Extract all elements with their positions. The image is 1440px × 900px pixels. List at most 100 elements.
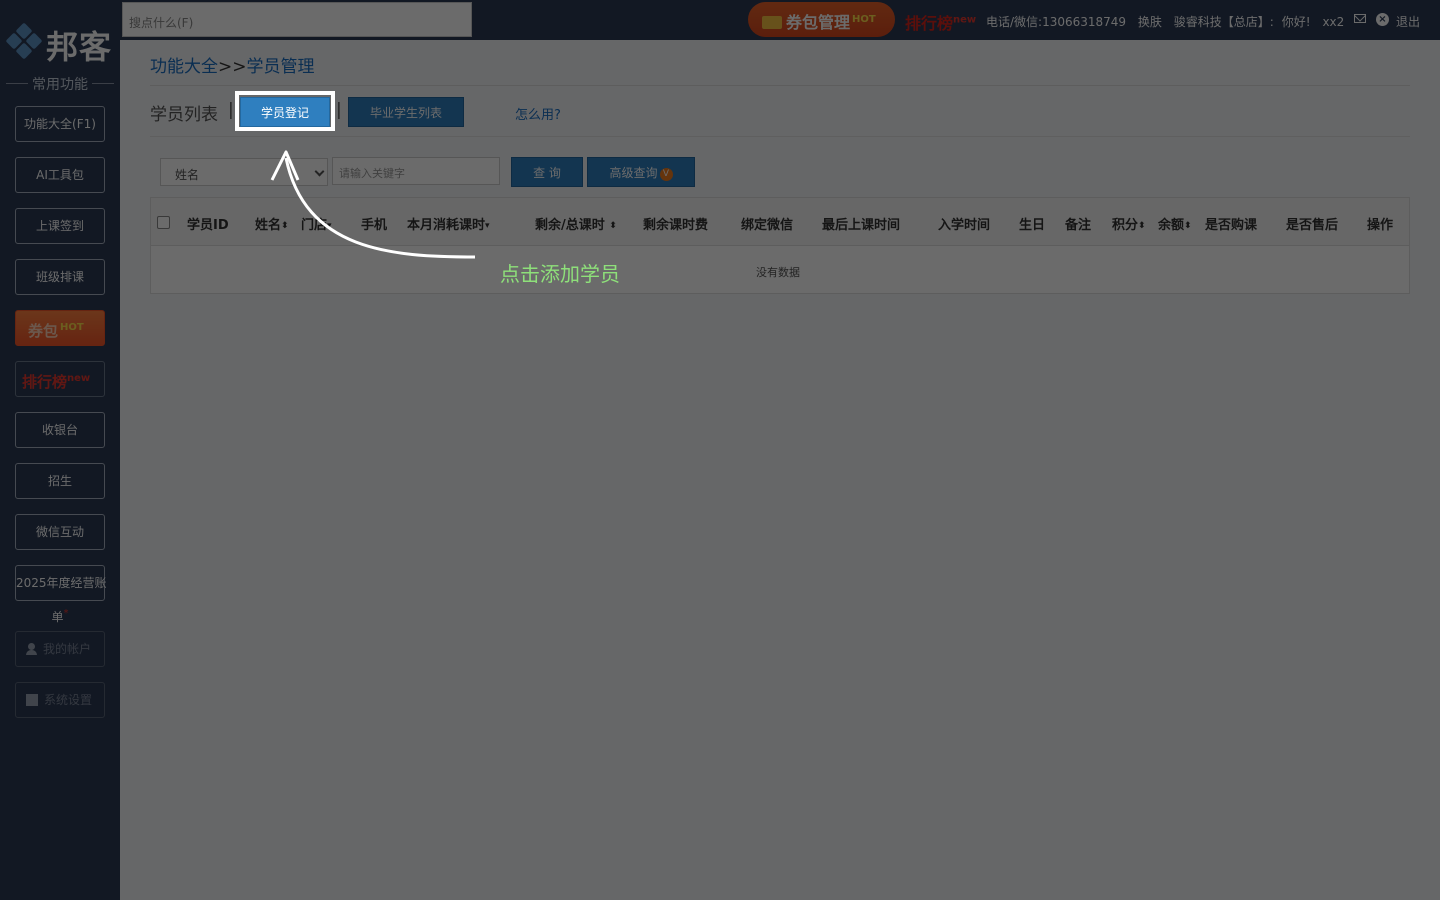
column-points[interactable]: 积分⬍ — [1112, 214, 1146, 233]
annual-ledger-label-tail: 单 — [51, 610, 64, 624]
sidebar-item-checkin[interactable]: 上课签到 — [15, 208, 105, 244]
sidebar: 邦客 常用功能 功能大全(F1) AI工具包 上课签到 班级排课 券包 HOT 排… — [0, 0, 120, 900]
new-badge: new — [953, 14, 977, 26]
sidebar-item-annual-ledger[interactable]: 2025年度经营账 — [15, 565, 107, 601]
ranking-link[interactable]: 排行榜new — [905, 10, 976, 34]
column-purchased[interactable]: 是否购课 — [1205, 214, 1257, 233]
advanced-query-button[interactable]: 高级查询 V — [587, 157, 695, 187]
tab-separator: | — [336, 100, 342, 120]
hot-badge: HOT — [60, 322, 84, 333]
sidebar-ranking-label: 排行榜 — [22, 373, 68, 391]
column-remaining-hours-label: 剩余/总课时 — [535, 218, 605, 233]
divider — [150, 85, 1410, 86]
chevron-down-icon — [314, 166, 325, 177]
sort-icon[interactable]: ⬍ — [281, 221, 289, 231]
username: xx2 — [1322, 15, 1345, 29]
org-name: 骏睿科技【总店】: — [1173, 15, 1274, 29]
sidebar-item-account[interactable]: 我的帐户 — [15, 631, 105, 667]
column-remaining-total-hours[interactable]: 剩余/总课时 ⬍ — [535, 214, 617, 233]
logout-link[interactable]: 退出 — [1396, 13, 1420, 30]
sidebar-caption: 常用功能 — [0, 74, 120, 94]
sidebar-item-coupons[interactable]: 券包 HOT — [15, 310, 105, 346]
breadcrumb: 功能大全>>学员管理 — [150, 52, 315, 77]
sort-icon[interactable]: ⬍ — [1138, 221, 1146, 231]
search-input[interactable]: 搜点什么(F) — [122, 2, 472, 37]
column-after-sales[interactable]: 是否售后 — [1286, 214, 1338, 233]
breadcrumb-root[interactable]: 功能大全 — [150, 57, 218, 77]
search-field-value: 姓名 — [175, 168, 200, 182]
select-all-checkbox[interactable] — [157, 216, 170, 229]
logo-icon — [5, 22, 43, 60]
breadcrumb-separator: >> — [218, 57, 247, 77]
annual-ledger-continued: 单* — [0, 608, 120, 625]
sidebar-account-label: 我的帐户 — [43, 642, 92, 656]
sidebar-item-enrollment[interactable]: 招生 — [15, 463, 105, 499]
help-link[interactable]: 怎么用? — [515, 104, 561, 123]
user-icon — [26, 643, 37, 655]
column-balance-label: 余额 — [1158, 218, 1185, 233]
guide-arrow-icon — [270, 150, 476, 259]
column-birthday[interactable]: 生日 — [1019, 214, 1045, 233]
mail-icon[interactable] — [1354, 14, 1366, 23]
student-table: 学员ID 姓名⬍ 门店▾ 手机 本月消耗课时▾ 剩余/总课时 ⬍ 剩余课时费 绑… — [150, 197, 1410, 294]
sidebar-coupons-label: 券包 — [28, 322, 59, 340]
graduated-list-button[interactable]: 毕业学生列表 — [348, 97, 464, 127]
guide-focus-layer: 学员登记 点击添加学员 — [0, 0, 1440, 900]
column-phone[interactable]: 手机 — [361, 214, 387, 233]
caret-down-icon[interactable]: ▾ — [327, 221, 332, 231]
column-monthly-hours-label: 本月消耗课时 — [407, 218, 486, 233]
column-remaining-fee[interactable]: 剩余课时费 — [643, 214, 708, 233]
sidebar-item-ranking[interactable]: 排行榜new — [15, 361, 105, 397]
ticket-icon — [762, 16, 782, 29]
search-field-select[interactable]: 姓名 — [160, 158, 328, 186]
table-header: 学员ID 姓名⬍ 门店▾ 手机 本月消耗课时▾ 剩余/总课时 ⬍ 剩余课时费 绑… — [151, 198, 1409, 246]
column-store-label: 门店 — [301, 218, 328, 233]
coupon-management-label: 券包管理 — [786, 13, 851, 32]
column-notes[interactable]: 备注 — [1065, 214, 1091, 233]
skin-link[interactable]: 换肤 — [1138, 15, 1162, 29]
new-badge: new — [67, 373, 91, 384]
query-button[interactable]: 查 询 — [511, 157, 583, 187]
sidebar-item-settings[interactable]: 系统设置 — [15, 682, 105, 718]
greeting: 你好! — [1281, 15, 1311, 29]
column-points-label: 积分 — [1112, 218, 1139, 233]
caret-down-icon[interactable]: ▾ — [485, 221, 490, 231]
column-student-id[interactable]: 学员ID — [187, 214, 229, 233]
student-register-button[interactable]: 学员登记 — [240, 97, 330, 127]
column-name[interactable]: 姓名⬍ — [255, 214, 289, 233]
logo-text: 邦客 — [46, 28, 113, 66]
column-balance[interactable]: 余额⬍ — [1158, 214, 1192, 233]
keyword-input[interactable]: 请输入关键字 — [332, 157, 500, 185]
sort-icon[interactable]: ⬍ — [1184, 221, 1192, 231]
guide-overlay — [0, 0, 1440, 900]
logout-icon[interactable]: × — [1376, 13, 1389, 26]
breadcrumb-current[interactable]: 学员管理 — [247, 57, 315, 77]
hot-badge: HOT — [852, 13, 876, 25]
column-last-class-time[interactable]: 最后上课时间 — [822, 214, 900, 233]
empty-state: 没有数据 — [756, 266, 800, 279]
sidebar-item-wechat[interactable]: 微信互动 — [15, 514, 105, 550]
divider — [150, 136, 1410, 137]
vip-badge: V — [659, 168, 673, 181]
advanced-query-label: 高级查询 — [609, 166, 658, 180]
tab-separator: | — [228, 100, 234, 120]
sidebar-item-features[interactable]: 功能大全(F1) — [15, 106, 105, 142]
contact-phone: 电话/微信:13066318749 — [986, 15, 1127, 29]
column-actions: 操作 — [1367, 218, 1394, 233]
sort-icon[interactable]: ⬍ — [609, 221, 617, 231]
required-star: * — [63, 608, 69, 619]
logo[interactable]: 邦客 — [5, 22, 114, 66]
column-store[interactable]: 门店▾ — [301, 214, 332, 233]
column-name-label: 姓名 — [255, 218, 282, 233]
sidebar-item-ai-tools[interactable]: AI工具包 — [15, 157, 105, 193]
sidebar-item-cashier[interactable]: 收银台 — [15, 412, 105, 448]
column-wechat-bound[interactable]: 绑定微信 — [741, 214, 793, 233]
coupon-management-button[interactable]: 券包管理 HOT — [748, 2, 895, 37]
column-enroll-time[interactable]: 入学时间 — [938, 214, 990, 233]
sidebar-settings-label: 系统设置 — [44, 693, 93, 707]
ranking-label: 排行榜 — [905, 14, 954, 33]
column-monthly-hours[interactable]: 本月消耗课时▾ — [407, 214, 490, 233]
sidebar-item-schedule[interactable]: 班级排课 — [15, 259, 105, 295]
user-info: 电话/微信:13066318749 换肤 骏睿科技【总店】: 你好! xx2 — [986, 13, 1352, 30]
settings-icon — [26, 694, 38, 706]
